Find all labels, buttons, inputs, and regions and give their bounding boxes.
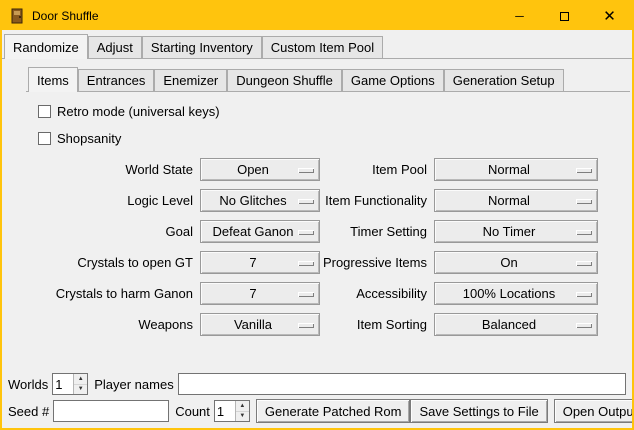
- save-settings-button[interactable]: Save Settings to File: [410, 399, 547, 423]
- dropdown-indicator-icon: [576, 261, 592, 266]
- tab-randomize[interactable]: Randomize: [4, 34, 88, 59]
- weapons-dropdown[interactable]: Vanilla: [200, 313, 320, 336]
- tab-items[interactable]: Items: [28, 67, 78, 92]
- goal-dropdown[interactable]: Defeat Ganon: [200, 220, 320, 243]
- dropdown-indicator-icon: [576, 230, 592, 235]
- door-shuffle-window: Door Shuffle ─ ✕ Randomize Adjust Starti…: [0, 0, 634, 430]
- generate-patched-rom-button[interactable]: Generate Patched Rom: [256, 399, 411, 423]
- dropdown-indicator-icon: [298, 261, 314, 266]
- accessibility-label: Accessibility: [322, 286, 434, 301]
- dropdown-indicator-icon: [576, 292, 592, 297]
- progressive-items-label: Progressive Items: [322, 255, 434, 270]
- options-row: Crystals to harm Ganon 7 Accessibility 1…: [26, 282, 628, 305]
- dropdown-indicator-icon: [576, 199, 592, 204]
- open-output-directory-button[interactable]: Open Output Directory: [554, 399, 634, 423]
- player-names-label: Player names: [94, 377, 173, 392]
- seed-label: Seed #: [8, 404, 49, 419]
- world-state-dropdown[interactable]: Open: [200, 158, 320, 181]
- crystals-gt-label: Crystals to open GT: [26, 255, 200, 270]
- dropdown-indicator-icon: [298, 230, 314, 235]
- tab-starting-inventory[interactable]: Starting Inventory: [142, 36, 262, 58]
- tab-dungeon-shuffle[interactable]: Dungeon Shuffle: [227, 69, 342, 91]
- item-pool-label: Item Pool: [322, 162, 434, 177]
- worlds-input[interactable]: [53, 374, 73, 394]
- dropdown-indicator-icon: [298, 168, 314, 173]
- item-functionality-label: Item Functionality: [322, 193, 434, 208]
- tab-adjust[interactable]: Adjust: [88, 36, 142, 58]
- crystals-ganon-label: Crystals to harm Ganon: [26, 286, 200, 301]
- items-pane: Retro mode (universal keys) Shopsanity W…: [2, 92, 632, 336]
- titlebar: Door Shuffle ─ ✕: [2, 2, 632, 30]
- maximize-icon: [560, 12, 569, 21]
- spinner-up-icon[interactable]: ▲: [236, 401, 249, 411]
- retro-mode-checkbox[interactable]: [38, 105, 51, 118]
- bottom-controls: Worlds ▲ ▼ Player names Seed # Count ▲: [8, 369, 626, 423]
- options-row: Crystals to open GT 7 Progressive Items …: [26, 251, 628, 274]
- count-spinner-arrows: ▲ ▼: [235, 401, 249, 421]
- dropdown-indicator-icon: [298, 199, 314, 204]
- dropdown-indicator-icon: [576, 168, 592, 173]
- shopsanity-checkbox[interactable]: [38, 132, 51, 145]
- count-input[interactable]: [215, 401, 235, 421]
- close-icon: ✕: [603, 9, 616, 24]
- maximize-button[interactable]: [542, 2, 587, 30]
- window-controls: ─ ✕: [497, 2, 632, 30]
- window-title: Door Shuffle: [32, 9, 99, 23]
- seed-row: Seed # Count ▲ ▼ Generate Patched Rom Sa…: [8, 399, 626, 423]
- tab-generation-setup[interactable]: Generation Setup: [444, 69, 564, 91]
- world-state-label: World State: [26, 162, 200, 177]
- count-label: Count: [175, 404, 210, 419]
- item-sorting-label: Item Sorting: [322, 317, 434, 332]
- spinner-up-icon[interactable]: ▲: [74, 374, 87, 384]
- minimize-icon: ─: [515, 9, 524, 23]
- logic-level-dropdown[interactable]: No Glitches: [200, 189, 320, 212]
- progressive-items-dropdown[interactable]: On: [434, 251, 598, 274]
- tab-game-options[interactable]: Game Options: [342, 69, 444, 91]
- retro-mode-row: Retro mode (universal keys): [38, 104, 628, 119]
- close-button[interactable]: ✕: [587, 2, 632, 30]
- item-functionality-dropdown[interactable]: Normal: [434, 189, 598, 212]
- logic-level-label: Logic Level: [26, 193, 200, 208]
- accessibility-dropdown[interactable]: 100% Locations: [434, 282, 598, 305]
- minimize-button[interactable]: ─: [497, 2, 542, 30]
- dropdown-indicator-icon: [298, 292, 314, 297]
- options-row: World State Open Item Pool Normal: [26, 158, 628, 181]
- worlds-label: Worlds: [8, 377, 48, 392]
- main-tab-strip: Randomize Adjust Starting Inventory Cust…: [2, 33, 632, 59]
- tab-enemizer[interactable]: Enemizer: [154, 69, 227, 91]
- dropdown-indicator-icon: [576, 323, 592, 328]
- randomize-tab-strip: Items Entrances Enemizer Dungeon Shuffle…: [26, 66, 630, 92]
- tab-entrances[interactable]: Entrances: [78, 69, 155, 91]
- retro-mode-label: Retro mode (universal keys): [57, 104, 220, 119]
- crystals-ganon-dropdown[interactable]: 7: [200, 282, 320, 305]
- count-spinner[interactable]: ▲ ▼: [214, 400, 250, 422]
- worlds-spinner[interactable]: ▲ ▼: [52, 373, 88, 395]
- item-pool-dropdown[interactable]: Normal: [434, 158, 598, 181]
- options-row: Logic Level No Glitches Item Functionali…: [26, 189, 628, 212]
- app-icon: [9, 8, 25, 24]
- tab-custom-item-pool[interactable]: Custom Item Pool: [262, 36, 383, 58]
- dropdown-indicator-icon: [298, 323, 314, 328]
- shopsanity-row: Shopsanity: [38, 131, 628, 146]
- options-row: Weapons Vanilla Item Sorting Balanced: [26, 313, 628, 336]
- player-names-input[interactable]: [178, 373, 626, 395]
- options-row: Goal Defeat Ganon Timer Setting No Timer: [26, 220, 628, 243]
- spinner-down-icon[interactable]: ▼: [74, 384, 87, 395]
- goal-label: Goal: [26, 224, 200, 239]
- crystals-gt-dropdown[interactable]: 7: [200, 251, 320, 274]
- item-sorting-dropdown[interactable]: Balanced: [434, 313, 598, 336]
- timer-setting-label: Timer Setting: [322, 224, 434, 239]
- spinner-down-icon[interactable]: ▼: [236, 411, 249, 422]
- seed-input[interactable]: [53, 400, 169, 422]
- shopsanity-label: Shopsanity: [57, 131, 121, 146]
- worlds-row: Worlds ▲ ▼ Player names: [8, 373, 626, 395]
- worlds-spinner-arrows: ▲ ▼: [73, 374, 87, 394]
- weapons-label: Weapons: [26, 317, 200, 332]
- timer-setting-dropdown[interactable]: No Timer: [434, 220, 598, 243]
